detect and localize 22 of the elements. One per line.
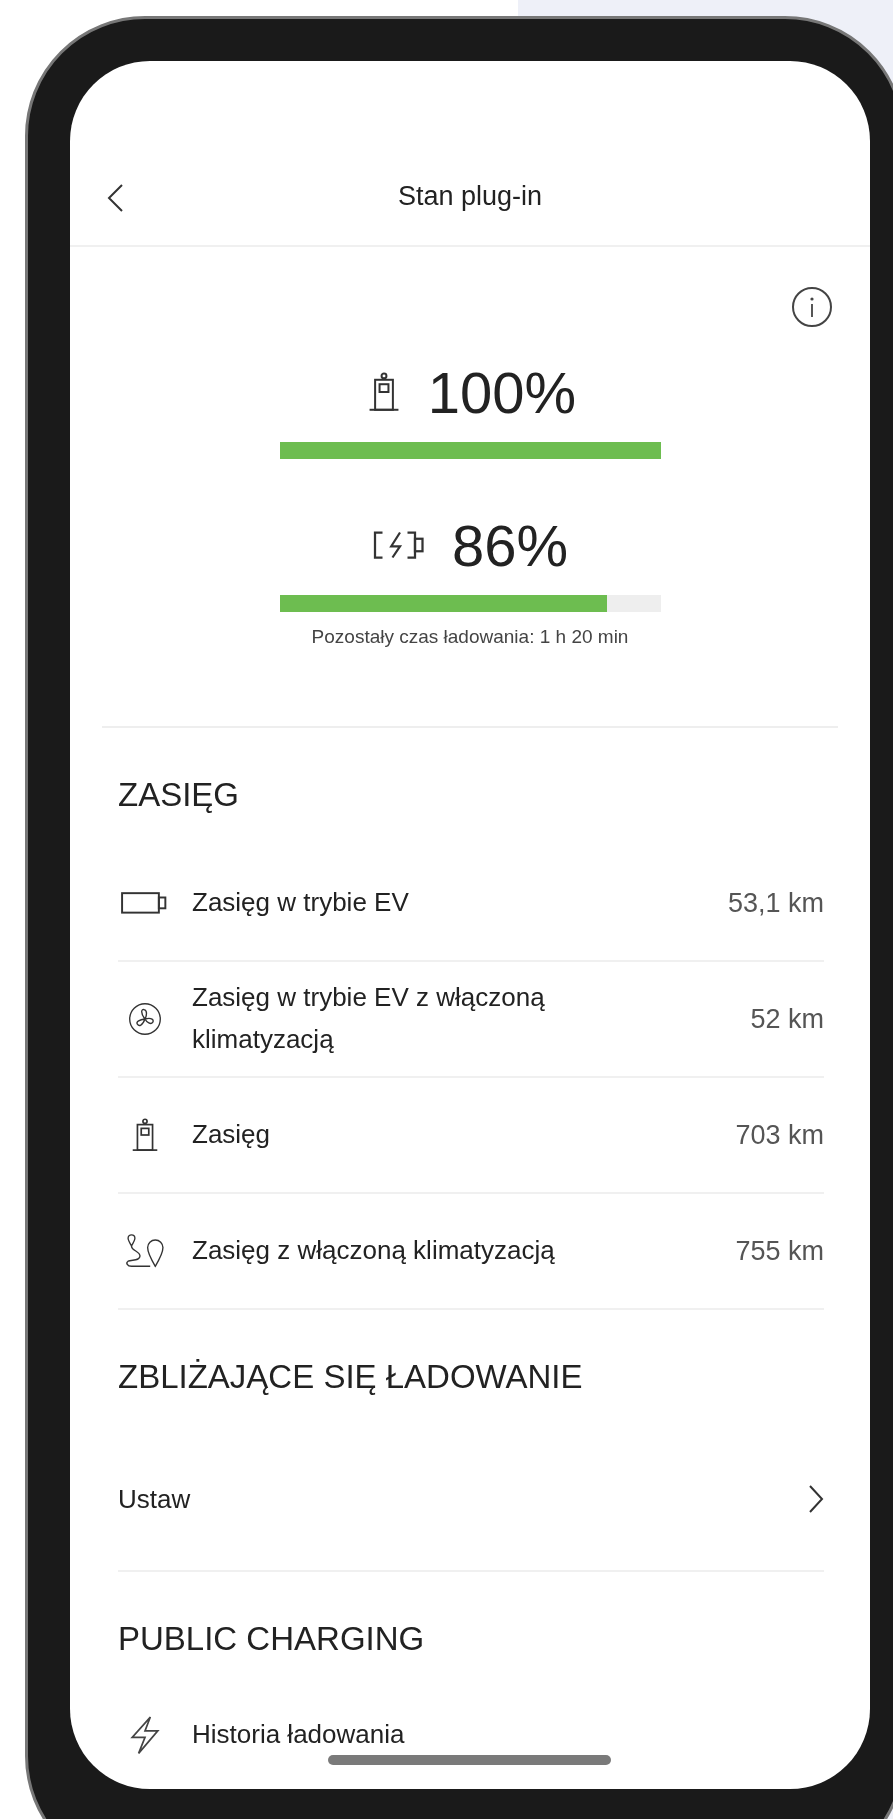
- info-icon[interactable]: [792, 287, 832, 327]
- section-heading: ZASIĘG: [118, 776, 241, 814]
- range-label: Zasięg z włączoną klimatyzacją: [192, 1234, 555, 1268]
- range-value: 53,1 km: [727, 887, 824, 919]
- range-value: 703 km: [735, 1119, 824, 1151]
- range-label: Zasięg w trybie EV z włączoną klimatyzacją: [192, 981, 546, 1056]
- range-value: 52 km: [750, 1003, 824, 1035]
- section-heading: ZBLIŻAJĄCE SIĘ ŁADOWANIE: [118, 1358, 584, 1396]
- remaining-charge-time: Pozostały czas ładowania: 1 h 20 min: [311, 626, 629, 648]
- charging-history-item[interactable]: Historia ładowania: [192, 1714, 824, 1756]
- fan-icon: [128, 1002, 162, 1036]
- range-label: Zasięg: [192, 1118, 271, 1152]
- battery-icon: [121, 891, 169, 915]
- set-charging-link[interactable]: Ustaw: [118, 1428, 824, 1572]
- level-percentage: 86%: [451, 511, 569, 579]
- lightning-icon: [129, 1715, 161, 1755]
- range-value: 755 km: [735, 1235, 824, 1267]
- chevron-right-icon: [808, 1484, 824, 1514]
- level-percentage: 100%: [427, 358, 577, 426]
- screen-title: Stan plug-in: [397, 180, 543, 212]
- section-heading: PUBLIC CHARGING: [118, 1620, 426, 1658]
- range-label: Zasięg w trybie EV: [192, 886, 409, 920]
